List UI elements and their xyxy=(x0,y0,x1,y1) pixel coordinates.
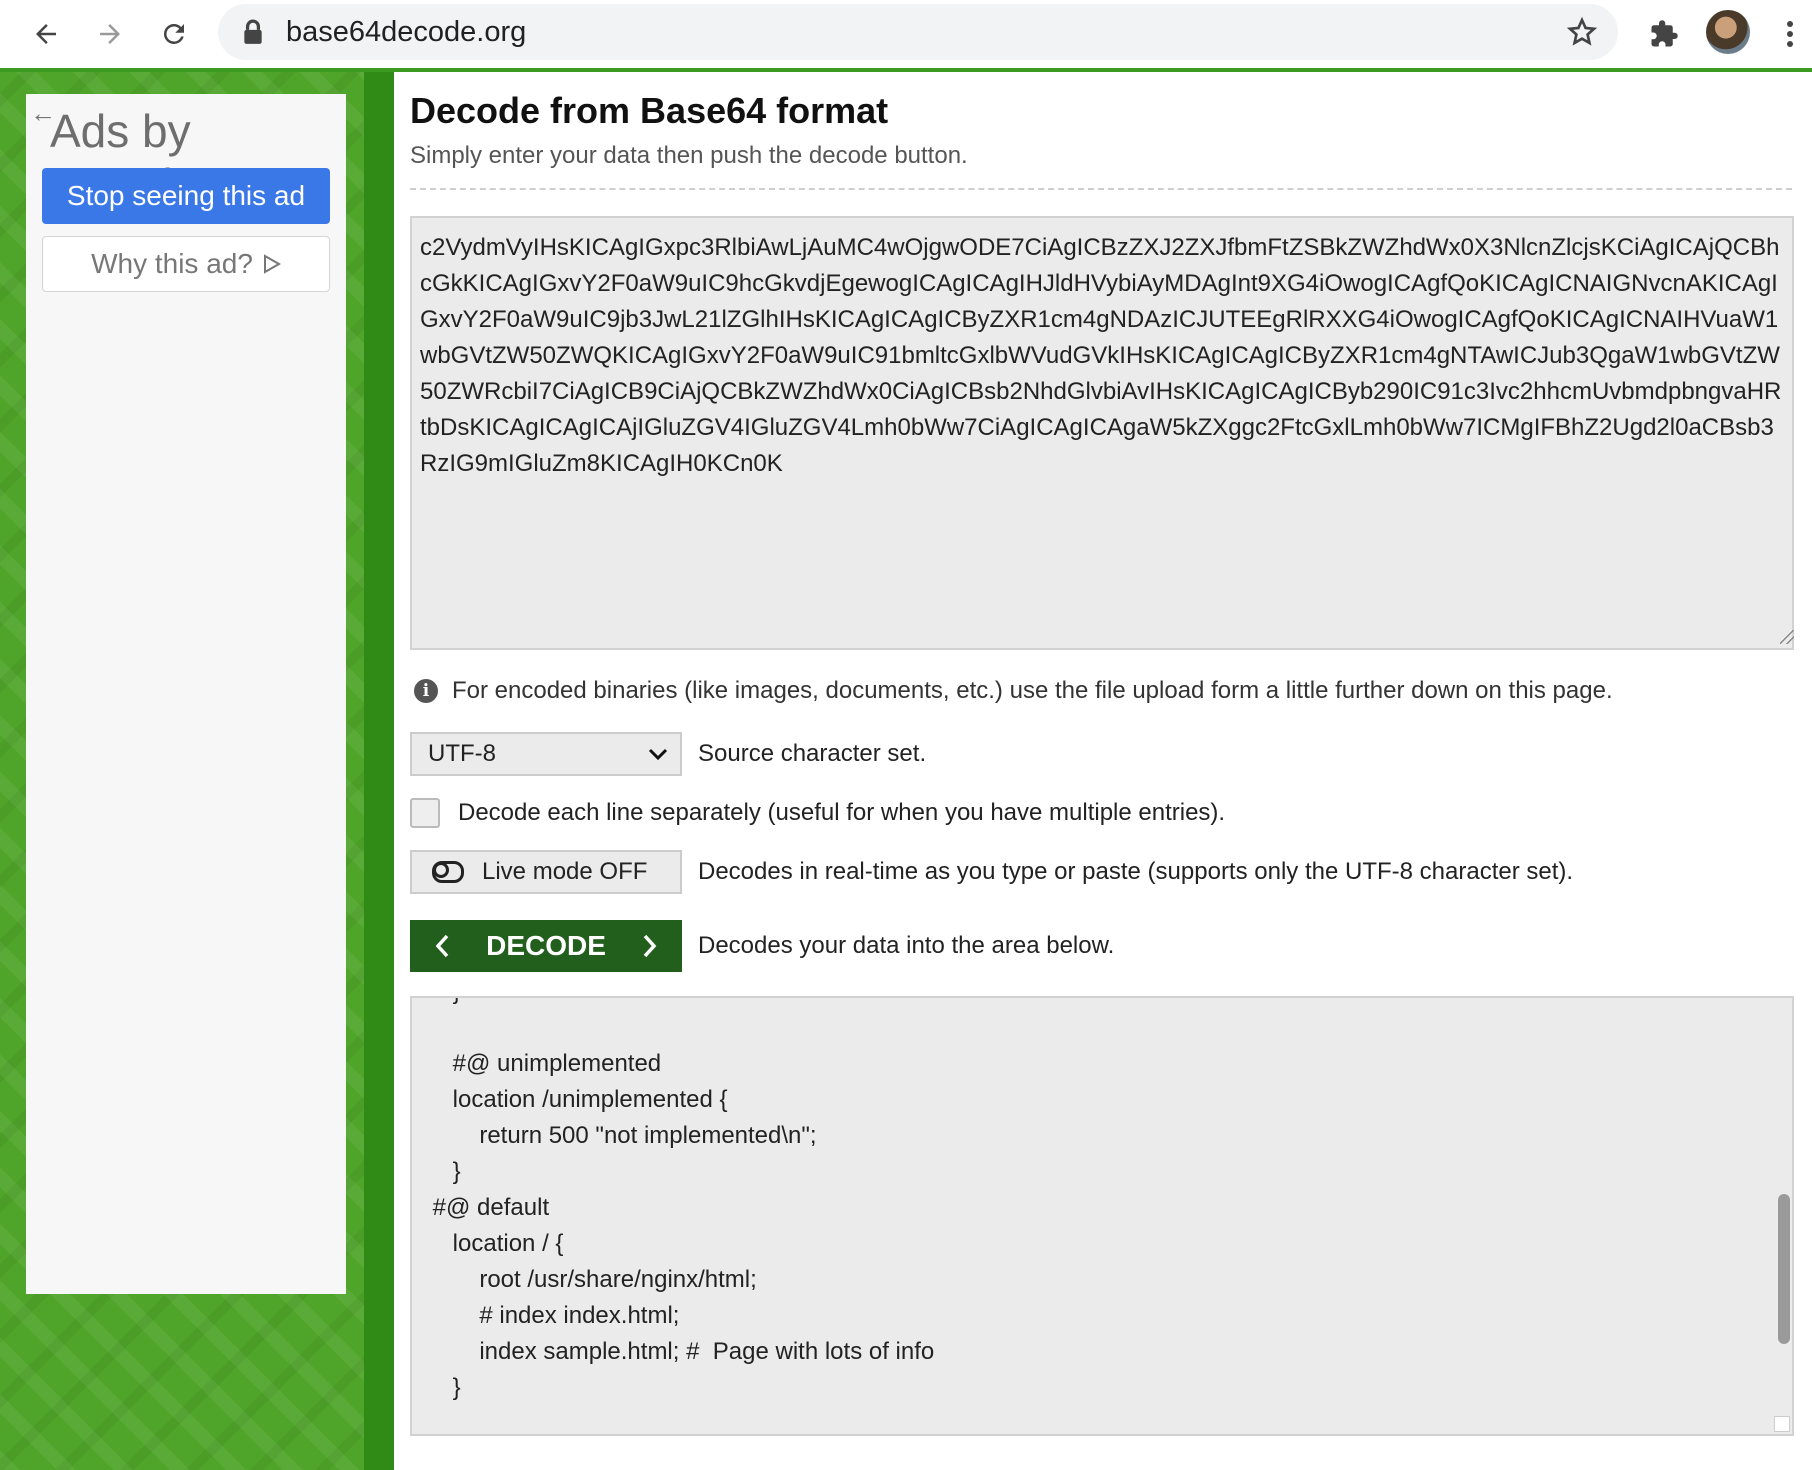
why-this-ad-label: Why this ad? xyxy=(91,248,253,279)
decode-row: DECODE Decodes your data into the area b… xyxy=(410,920,1114,972)
output-scrollbar[interactable] xyxy=(1778,1194,1790,1344)
output-line: index sample.html; # Page with lots of i… xyxy=(426,1338,935,1365)
forward-button[interactable] xyxy=(86,10,134,58)
chevron-right-icon xyxy=(643,934,657,958)
address-bar[interactable]: base64decode.org xyxy=(218,4,1618,60)
toggle-off-icon xyxy=(432,861,464,883)
arrow-left-icon xyxy=(36,24,56,44)
url-text: base64decode.org xyxy=(286,16,527,48)
charset-select[interactable]: UTF-8 xyxy=(410,732,682,776)
main-content: Decode from Base64 format Simply enter y… xyxy=(394,72,1812,1470)
output-line: } xyxy=(426,1158,461,1185)
output-line: root /usr/share/nginx/html; xyxy=(426,1266,757,1293)
why-this-ad-button[interactable]: Why this ad? xyxy=(42,236,330,292)
output-line: } xyxy=(426,1374,461,1401)
live-mode-row: Live mode OFF Decodes in real-time as yo… xyxy=(410,850,1573,894)
browser-menu-button[interactable] xyxy=(1766,10,1812,58)
output-line: #@ default xyxy=(426,1194,550,1221)
kebab-menu-icon xyxy=(1787,21,1793,47)
page-subtitle: Simply enter your data then push the dec… xyxy=(410,142,968,169)
line-by-line-row: Decode each line separately (useful for … xyxy=(410,798,1225,828)
decode-each-line-label: Decode each line separately (useful for … xyxy=(458,799,1226,826)
output-line: location / { xyxy=(426,1230,564,1257)
info-icon: i xyxy=(414,679,438,703)
live-mode-description: Decodes in real-time as you type or past… xyxy=(698,858,1574,885)
info-note: i For encoded binaries (like images, doc… xyxy=(414,674,1613,708)
charset-selected-value: UTF-8 xyxy=(428,740,496,767)
back-button[interactable] xyxy=(22,10,70,58)
output-resize-handle[interactable] xyxy=(1774,1416,1790,1432)
decode-description: Decodes your data into the area below. xyxy=(698,932,1115,959)
browser-toolbar: base64decode.org xyxy=(0,0,1812,68)
lock-icon xyxy=(244,19,262,44)
info-text: For encoded binaries (like images, docum… xyxy=(452,677,1613,704)
reload-icon xyxy=(163,23,184,44)
charset-row: UTF-8 Source character set. xyxy=(410,732,926,776)
stop-seeing-ad-label: Stop seeing this ad xyxy=(66,180,306,211)
ad-panel: ← Ads by Google Stop seeing this ad Why … xyxy=(26,94,346,1294)
decode-each-line-checkbox[interactable] xyxy=(410,798,440,828)
extensions-button[interactable] xyxy=(1640,10,1688,58)
chevron-down-icon xyxy=(648,748,668,761)
charset-label: Source character set. xyxy=(698,740,927,767)
left-background-edge xyxy=(364,72,394,1470)
page-title: Decode from Base64 format xyxy=(410,90,889,131)
chevron-left-icon xyxy=(435,934,449,958)
base64-input-textarea[interactable]: c2VydmVyIHsKICAgIGxpc3RlbiAwLjAuMC4wOjgw… xyxy=(410,216,1794,650)
stop-seeing-ad-button[interactable]: Stop seeing this ad xyxy=(42,168,330,224)
puzzle-icon xyxy=(1651,20,1678,47)
live-mode-toggle[interactable]: Live mode OFF xyxy=(410,850,682,894)
section-divider xyxy=(410,188,1792,190)
ad-choices-icon xyxy=(263,254,281,274)
output-line: # index index.html; xyxy=(426,1302,680,1329)
output-line: #@ unimplemented xyxy=(426,1050,662,1077)
live-mode-label: Live mode OFF xyxy=(482,858,648,885)
output-line: } xyxy=(426,998,461,1010)
reload-button[interactable] xyxy=(150,10,198,58)
star-icon[interactable] xyxy=(1566,16,1598,48)
decode-button-label: DECODE xyxy=(486,930,606,961)
input-resize-handle[interactable] xyxy=(1780,630,1794,644)
profile-avatar[interactable] xyxy=(1706,10,1750,54)
decoded-output-textarea[interactable]: } #@ unimplemented location /unimplement… xyxy=(410,996,1794,1436)
arrow-right-icon xyxy=(100,24,120,44)
output-line: return 500 "not implemented\n"; xyxy=(426,1122,817,1149)
decode-button[interactable]: DECODE xyxy=(410,920,682,972)
output-line: location /unimplemented { xyxy=(426,1086,728,1113)
